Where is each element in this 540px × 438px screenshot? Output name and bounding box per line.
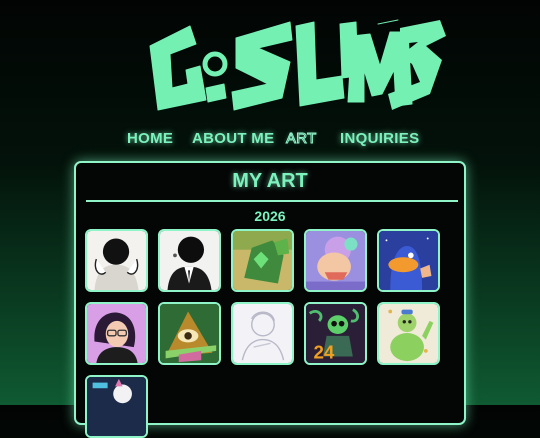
art-thumbnail[interactable] bbox=[377, 302, 440, 365]
panel-title: MY ART bbox=[232, 170, 308, 192]
art-thumbnail[interactable] bbox=[85, 302, 148, 365]
art-thumbnail[interactable] bbox=[85, 229, 148, 292]
art-thumbnail[interactable] bbox=[158, 302, 221, 365]
art-thumbnail[interactable] bbox=[231, 302, 294, 365]
art-thumbnail[interactable] bbox=[158, 229, 221, 292]
art-panel: MY ART 2026 24 bbox=[74, 161, 466, 438]
svg-text:24: 24 bbox=[313, 341, 334, 362]
nav-about-me[interactable]: ABOUT ME bbox=[192, 130, 274, 147]
art-thumbnail[interactable] bbox=[231, 229, 294, 292]
title-divider bbox=[86, 200, 458, 202]
nav-art[interactable]: ART bbox=[286, 130, 317, 148]
art-thumbnail[interactable] bbox=[377, 229, 440, 292]
nav-home[interactable]: HOME bbox=[127, 130, 173, 147]
site-logo[interactable] bbox=[0, 6, 540, 118]
year-heading: 2026 bbox=[254, 208, 286, 224]
art-thumbnail[interactable]: 24 bbox=[304, 302, 367, 365]
main-nav: HOME ABOUT ME ART INQUIRIES bbox=[0, 130, 540, 152]
nav-inquiries[interactable]: INQUIRIES bbox=[340, 130, 419, 147]
art-thumbnail[interactable] bbox=[85, 375, 148, 438]
art-thumbnail[interactable] bbox=[304, 229, 367, 292]
